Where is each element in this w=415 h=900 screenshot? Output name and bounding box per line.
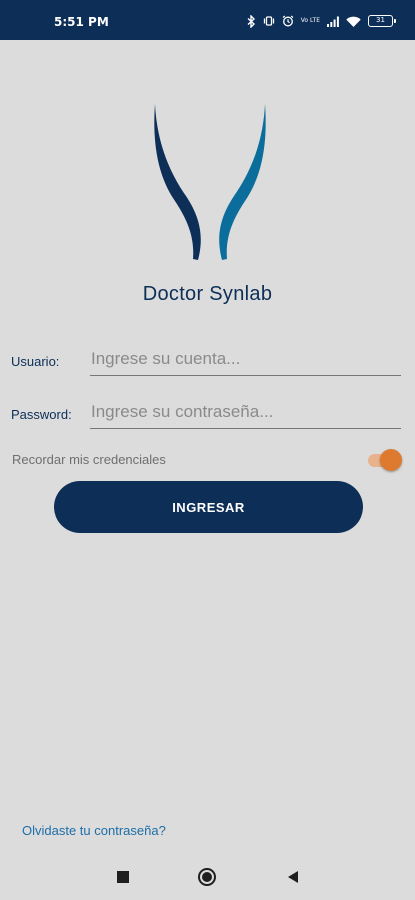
remember-credentials-label: Recordar mis credenciales bbox=[12, 452, 166, 467]
remember-credentials-toggle[interactable] bbox=[366, 448, 402, 472]
alarm-icon bbox=[282, 15, 294, 27]
home-icon[interactable] bbox=[196, 866, 218, 888]
username-label: Usuario: bbox=[11, 354, 60, 369]
status-icons: Vo LTE 31 bbox=[247, 12, 396, 30]
bluetooth-icon bbox=[247, 14, 256, 28]
status-bar: 5:51 PM Vo LTE 31 bbox=[0, 0, 415, 40]
toggle-thumb bbox=[380, 449, 402, 471]
password-label: Password: bbox=[11, 407, 72, 422]
lte-icon: Vo LTE bbox=[300, 17, 320, 24]
signal-icon bbox=[327, 16, 339, 27]
login-screen: 5:51 PM Vo LTE 31 Doctor Synlab Usuario:… bbox=[0, 0, 415, 900]
synlab-logo bbox=[154, 104, 266, 260]
battery-icon: 31 bbox=[368, 15, 396, 27]
login-button[interactable]: INGRESAR bbox=[54, 481, 363, 533]
password-input[interactable] bbox=[90, 399, 401, 429]
username-input[interactable] bbox=[90, 346, 401, 376]
vibrate-icon bbox=[263, 15, 275, 27]
navigation-bar bbox=[0, 852, 415, 900]
status-time: 5:51 PM bbox=[54, 15, 109, 29]
wifi-icon bbox=[346, 16, 361, 27]
forgot-password-link[interactable]: Olvidaste tu contraseña? bbox=[22, 823, 166, 838]
app-title: Doctor Synlab bbox=[142, 283, 273, 305]
recents-icon[interactable] bbox=[112, 866, 134, 888]
back-icon[interactable] bbox=[282, 866, 304, 888]
